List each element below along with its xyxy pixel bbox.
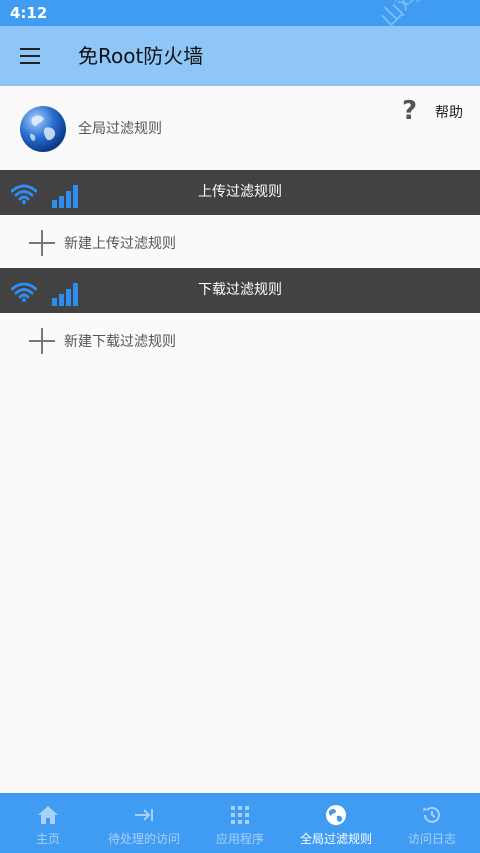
add-upload-rule-button[interactable]: 新建上传过滤规则 <box>0 215 480 269</box>
hamburger-menu-icon[interactable] <box>16 43 46 69</box>
bottom-navigation: 主页 待处理的访问 应用程序 全局过滤规则 访问日志 <box>0 793 480 853</box>
help-icon: ? <box>402 96 418 126</box>
globe-icon <box>20 106 66 152</box>
nav-access-log[interactable]: 访问日志 <box>384 793 480 853</box>
nav-global-rules-label: 全局过滤规则 <box>299 832 372 846</box>
nav-home-label: 主页 <box>35 832 60 846</box>
global-rules-header: 全局过滤规则 ? 帮助 <box>0 86 480 170</box>
upload-rules-header: 上传过滤规则 <box>0 170 480 215</box>
history-icon <box>423 806 440 823</box>
help-button[interactable]: ? 帮助 <box>400 96 480 130</box>
global-rules-label: 全局过滤规则 <box>78 121 162 137</box>
download-rules-title: 下载过滤规则 <box>198 282 282 298</box>
grid-icon <box>231 806 249 824</box>
nav-applications-label: 应用程序 <box>215 832 264 846</box>
nav-access-log-label: 访问日志 <box>407 832 456 846</box>
nav-pending-access[interactable]: 待处理的访问 <box>96 793 192 853</box>
status-time: 4:12 <box>10 4 48 22</box>
nav-global-rules[interactable]: 全局过滤规则 <box>288 793 384 853</box>
download-rules-header: 下载过滤规则 <box>0 268 480 313</box>
upload-rules-title: 上传过滤规则 <box>198 184 282 200</box>
plus-icon <box>29 328 55 354</box>
add-download-rule-label: 新建下载过滤规则 <box>64 334 176 350</box>
arrow-to-bar-icon <box>135 809 153 821</box>
home-icon <box>38 806 58 824</box>
nav-pending-access-label: 待处理的访问 <box>107 832 180 846</box>
help-label: 帮助 <box>435 105 463 121</box>
globe-icon <box>326 805 346 825</box>
app-bar: 免Root防火墙 <box>0 26 480 86</box>
add-download-rule-button[interactable]: 新建下载过滤规则 <box>0 313 480 367</box>
nav-home[interactable]: 主页 <box>0 793 96 853</box>
add-upload-rule-label: 新建上传过滤规则 <box>64 236 176 252</box>
plus-icon <box>29 230 55 256</box>
app-title: 免Root防火墙 <box>78 44 204 68</box>
nav-applications[interactable]: 应用程序 <box>192 793 288 853</box>
